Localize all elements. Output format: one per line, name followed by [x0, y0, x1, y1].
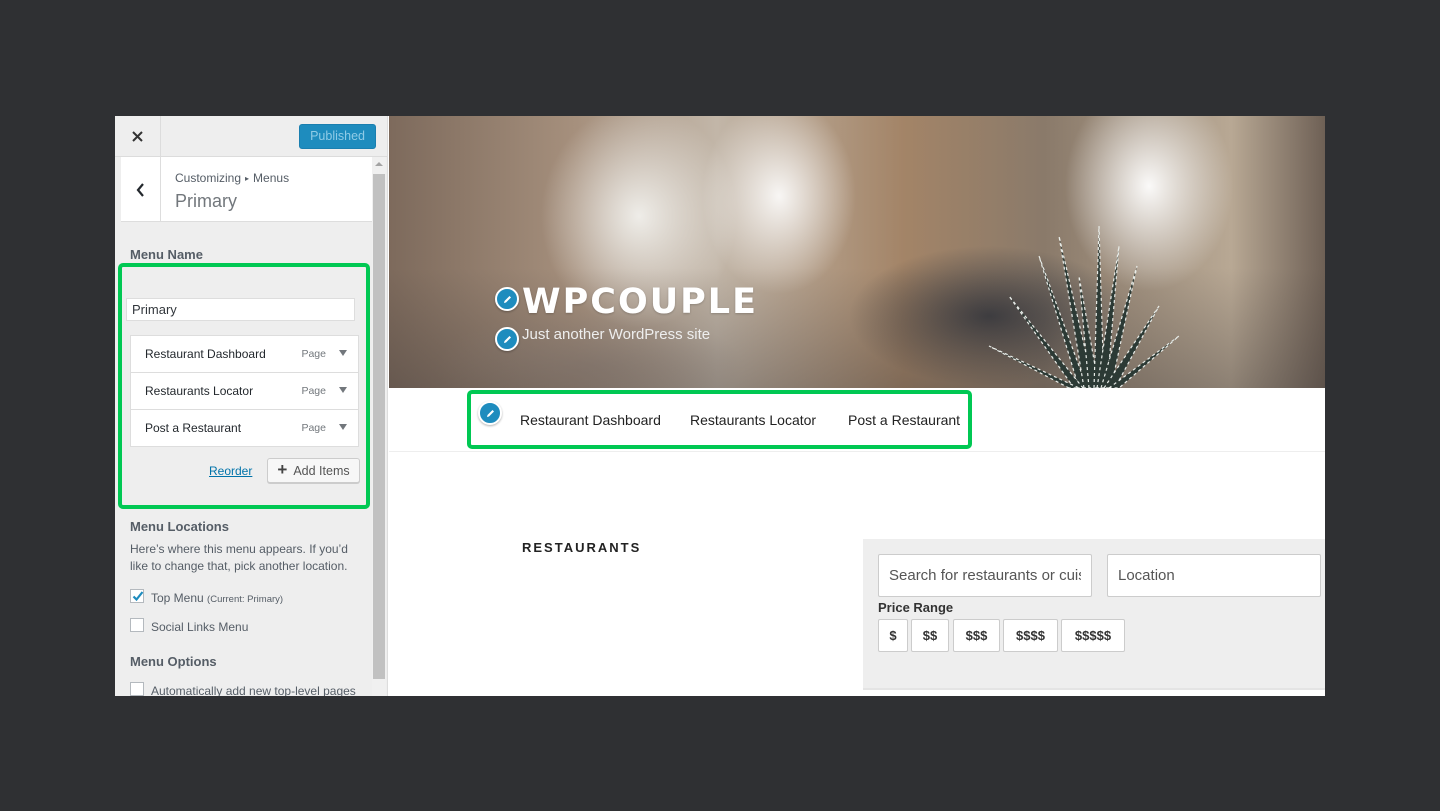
- caret-down-icon[interactable]: [339, 424, 347, 430]
- edit-tagline-button[interactable]: [495, 327, 519, 351]
- menu-item[interactable]: Post a Restaurant Page: [131, 410, 358, 447]
- site-preview: WPCOUPLE Just another WordPress site Res…: [389, 116, 1325, 696]
- section-name: Primary: [175, 191, 237, 211]
- site-tagline: Just another WordPress site: [522, 326, 711, 343]
- menu-name-input[interactable]: [126, 298, 355, 321]
- add-items-button[interactable]: + Add Items: [267, 458, 360, 483]
- menu-item-title: Restaurants Locator: [145, 384, 254, 398]
- nav-link-post-restaurant[interactable]: Post a Restaurant: [848, 412, 960, 428]
- menu-item[interactable]: Restaurant Dashboard Page: [131, 336, 358, 373]
- location-social-links-menu[interactable]: Social Links Menu: [130, 618, 248, 636]
- menu-item-title: Post a Restaurant: [145, 421, 242, 435]
- site-title[interactable]: WPCOUPLE: [522, 282, 758, 322]
- scroll-up-icon[interactable]: [375, 162, 383, 166]
- edit-menu-button[interactable]: [478, 401, 502, 425]
- nav-link-restaurants-locator[interactable]: Restaurants Locator: [690, 412, 816, 428]
- restaurant-search-panel: Price Range $ $$ $$$ $$$$ $$$$$: [863, 539, 1325, 690]
- location-note: (Current: Primary): [207, 594, 284, 605]
- checkmark-icon: [132, 591, 144, 602]
- restaurants-heading: RESTAURANTS: [522, 540, 642, 555]
- pencil-icon: [503, 295, 511, 303]
- edit-site-title-button[interactable]: [495, 287, 519, 311]
- social-links-checkbox[interactable]: [130, 618, 144, 632]
- option-label: Automatically add new top-level pages to…: [151, 684, 356, 696]
- price-option-4[interactable]: $$$$: [1003, 619, 1058, 652]
- sidebar-scrollbar[interactable]: [372, 157, 386, 696]
- menu-locations-title: Menu Locations: [130, 519, 229, 534]
- breadcrumb: Customizing ▸ Menus: [175, 171, 289, 185]
- pencil-icon: [486, 409, 494, 417]
- price-range-label: Price Range: [878, 600, 954, 615]
- location-top-menu[interactable]: Top Menu (Current: Primary): [130, 589, 283, 609]
- menu-item-title: Restaurant Dashboard: [145, 347, 266, 361]
- customizer-window: Published Customizing ▸ Menus Primary Menu…: [115, 116, 1325, 696]
- menu-item[interactable]: Restaurants Locator Page: [131, 373, 358, 410]
- primary-navigation: Restaurant Dashboard Restaurants Locator…: [389, 388, 1325, 452]
- menu-item-type: Page: [301, 422, 326, 434]
- price-option-3[interactable]: $$$: [953, 619, 1000, 652]
- location-label: Top Menu: [151, 591, 204, 605]
- caret-down-icon[interactable]: [339, 387, 347, 393]
- menu-item-type: Page: [301, 348, 326, 360]
- sidebar-content: Customizing▸Menus Primary Menu Name Rest…: [115, 157, 372, 696]
- price-option-5[interactable]: $$$$$: [1061, 619, 1125, 652]
- location-label: Social Links Menu: [151, 620, 249, 634]
- top-menu-checkbox[interactable]: [130, 589, 144, 603]
- section-title-bar: Customizing ▸ Menus Primary: [121, 157, 372, 222]
- restaurant-search-input[interactable]: [878, 554, 1092, 597]
- nav-link-restaurant-dashboard[interactable]: Restaurant Dashboard: [520, 412, 661, 428]
- menu-options-title: Menu Options: [130, 654, 217, 669]
- close-customizer-button[interactable]: [115, 116, 161, 157]
- sidebar-header: Published: [115, 116, 387, 157]
- breadcrumb-current: Menus: [253, 171, 290, 185]
- chevron-left-icon: [136, 182, 144, 197]
- breadcrumb-root: Customizing: [175, 171, 242, 185]
- reorder-link[interactable]: Reorder: [209, 464, 252, 478]
- plus-icon: +: [277, 460, 288, 479]
- customizer-sidebar: Published Customizing ▸ Menus Primary Menu…: [115, 116, 388, 696]
- location-input[interactable]: [1107, 554, 1321, 597]
- scrollbar-thumb[interactable]: [373, 174, 385, 679]
- option-auto-add-pages[interactable]: Automatically add new top-level pages to…: [130, 682, 360, 696]
- menu-items-list: Restaurant Dashboard Page Restaurants Lo…: [130, 335, 359, 447]
- header-image: WPCOUPLE Just another WordPress site: [389, 116, 1325, 388]
- price-option-1[interactable]: $: [878, 619, 908, 652]
- price-option-2[interactable]: $$: [911, 619, 949, 652]
- pencil-icon: [503, 335, 511, 343]
- published-button[interactable]: Published: [299, 124, 376, 149]
- back-button[interactable]: [121, 157, 161, 222]
- breadcrumb-separator-icon: ▸: [245, 174, 250, 183]
- caret-down-icon[interactable]: [339, 350, 347, 356]
- plant-image: [988, 225, 1180, 388]
- auto-add-checkbox[interactable]: [130, 682, 144, 696]
- menu-name-label: Menu Name: [130, 247, 203, 262]
- menu-locations-description: Here’s where this menu appears. If you’d…: [130, 542, 348, 573]
- add-items-label: Add Items: [293, 463, 350, 478]
- menu-item-type: Page: [301, 385, 326, 397]
- close-icon: [132, 131, 143, 142]
